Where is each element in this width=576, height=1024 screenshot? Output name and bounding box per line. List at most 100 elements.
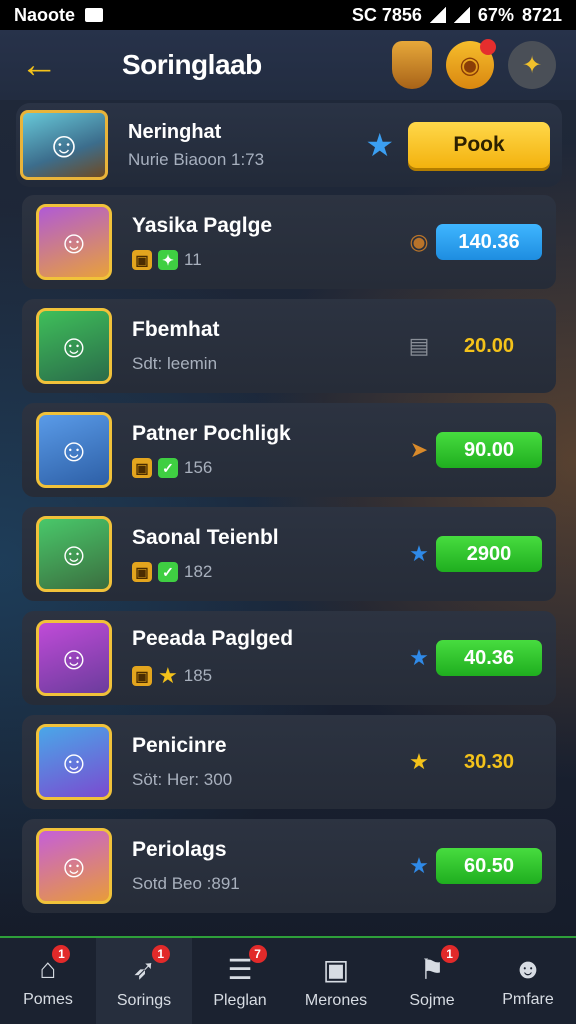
value-pill[interactable]: 60.50 — [436, 848, 542, 884]
item-meta: Sotd Beo :891 — [132, 874, 406, 894]
gold-badge-icon: ▣ — [132, 458, 152, 478]
nav-item-sojme[interactable]: ⚑ 1 Sojme — [384, 938, 480, 1024]
notification-icon — [85, 8, 104, 22]
star-icon: ★ — [409, 853, 429, 878]
item-meta: ▣ ★ 185 — [132, 663, 406, 689]
character-thumbnail: ☺ — [36, 308, 112, 384]
bottom-nav: ⌂ 1 Pomes ➶ 1 Sorings ☰ 7 Pleglan ▣ Merones ⚑ 1 Sojme… — [0, 936, 576, 1024]
arrow-icon: ➤ — [409, 437, 429, 462]
user-card: ☺ Neringhat Nurie Biaoon 1:73 ★ Pook — [16, 103, 562, 187]
list-item[interactable]: ☺ Patner Pochligk ▣ ✓ 156 ➤ 90.00 — [22, 403, 556, 497]
value-pill[interactable]: 20.00 — [436, 328, 542, 364]
gold-badge-icon: ▣ — [132, 562, 152, 582]
signal-icon — [453, 7, 470, 23]
notification-badge: 1 — [440, 944, 459, 963]
gear-icon[interactable]: ✦ — [508, 41, 556, 89]
character-thumbnail: ☺ — [36, 620, 112, 696]
nav-label: Pmfare — [502, 991, 554, 1008]
rocket-icon: ➶ 1 — [132, 944, 170, 986]
item-meta-text: Söt: Her: 300 — [132, 770, 233, 789]
document-icon: ☰ 7 — [227, 944, 267, 986]
nav-label: Merones — [304, 991, 368, 1009]
list-item[interactable]: ☺ Peeada Paglged ▣ ★ 185 ★ 40.36 — [22, 611, 556, 705]
item-name: Penicinre — [132, 734, 227, 757]
value-pill[interactable]: 30.30 — [436, 744, 542, 780]
star-icon: ★ — [409, 645, 429, 670]
tag-icon: ⚑ 1 — [419, 944, 459, 986]
item-meta: ▣ ✓ 182 — [132, 562, 406, 582]
page-title: Soringlaab — [122, 49, 262, 80]
value-pill[interactable]: 2900 — [436, 536, 542, 572]
check-badge-icon: ✓ — [158, 458, 178, 478]
list-item[interactable]: ☺ Periolags Sotd Beo :891 ★ 60.50 — [22, 819, 556, 913]
nav-label: Pleglan — [213, 991, 267, 1009]
item-name: Yasika Paglge — [132, 214, 273, 237]
item-meta-text: 182 — [184, 562, 213, 581]
item-meta-text: Sdt: leemin — [132, 354, 218, 373]
carrier-label: Naoote — [14, 4, 76, 25]
home-icon: ⌂ 1 — [40, 945, 71, 985]
user-subtitle: Nurie Biaoon 1:73 — [128, 149, 265, 169]
item-meta: Söt: Her: 300 — [132, 770, 406, 790]
list-item[interactable]: ☺ Penicinre Söt: Her: 300 ★ 30.30 — [22, 715, 556, 809]
nav-label: Sojme — [409, 991, 455, 1009]
value-pill[interactable]: 90.00 — [436, 432, 542, 468]
item-name: Saonal Teienbl — [132, 526, 279, 549]
green-badge-icon: ✦ — [158, 250, 178, 270]
nav-item-merones[interactable]: ▣ Merones — [288, 938, 384, 1024]
value-pill[interactable]: 40.36 — [436, 640, 542, 676]
item-name: Patner Pochligk — [132, 422, 291, 445]
chat-icon[interactable]: ◉ — [446, 39, 496, 89]
notification-badge: 7 — [248, 944, 267, 963]
value-pill[interactable]: 140.36 — [436, 224, 542, 260]
star-badge-icon: ★ — [158, 663, 178, 688]
battery-label: 67% — [477, 4, 514, 25]
box-icon: ▤ — [408, 333, 430, 358]
nav-item-pmfare[interactable]: ☻ Pmfare — [480, 938, 576, 1024]
back-arrow-icon[interactable]: ← — [20, 46, 80, 84]
person-icon: ☻ — [513, 953, 543, 984]
wifi-icon — [429, 7, 446, 23]
gold-badge-icon: ▣ — [132, 250, 152, 270]
item-name: Fbemhat — [132, 318, 220, 341]
item-name: Peeada Paglged — [132, 627, 294, 650]
list-item[interactable]: ☺ Fbemhat Sdt: leemin ▤ 20.00 — [22, 299, 556, 393]
list-item[interactable]: ☺ Yasika Paglge ▣ ✦ 11 ◉ 140.36 — [22, 195, 556, 289]
item-meta-text: 185 — [183, 666, 213, 685]
character-thumbnail: ☺ — [36, 412, 112, 488]
avatar: ☺ — [20, 110, 108, 180]
nav-item-pleglan[interactable]: ☰ 7 Pleglan — [192, 938, 288, 1024]
status-text: SC 7856 — [351, 4, 422, 25]
item-meta: ▣ ✓ 156 — [132, 458, 406, 478]
item-meta: Sdt: leemin — [132, 354, 406, 374]
notification-badge: 1 — [151, 944, 170, 963]
time-label: 8721 — [521, 4, 562, 25]
status-bar: Naoote SC 7856 67% 8721 — [0, 0, 576, 30]
coin-icon: ◉ — [409, 229, 429, 254]
app-header: ← Soringlaab ◉ ✦ — [0, 30, 576, 100]
item-meta: ▣ ✦ 11 — [132, 250, 406, 270]
character-thumbnail: ☺ — [36, 204, 112, 280]
nav-label: Sorings — [116, 991, 172, 1009]
notification-badge: 1 — [52, 945, 71, 963]
check-badge-icon: ✓ — [158, 562, 178, 582]
nav-label: Pomes — [23, 991, 73, 1008]
camera-icon: ▣ — [322, 953, 350, 985]
ranking-list: ☺ Yasika Paglge ▣ ✦ 11 ◉ 140.36 ☺ Fbemhat Sdt: le… — [18, 193, 560, 933]
shield-icon[interactable] — [392, 41, 432, 89]
item-meta-text: 11 — [184, 250, 202, 269]
nav-item-pomes[interactable]: ⌂ 1 Pomes — [0, 938, 96, 1024]
star-icon: ★ — [409, 749, 429, 774]
user-name: Neringhat — [128, 120, 222, 143]
character-thumbnail: ☺ — [36, 828, 112, 904]
notification-dot — [480, 39, 496, 55]
star-icon: ★ — [409, 541, 429, 566]
item-name: Periolags — [132, 838, 227, 861]
star-icon: ★ — [365, 127, 394, 163]
nav-item-sorings[interactable]: ➶ 1 Sorings — [96, 938, 192, 1024]
character-thumbnail: ☺ — [36, 516, 112, 592]
item-meta-text: Sotd Beo :891 — [132, 874, 240, 893]
list-item[interactable]: ☺ Saonal Teienbl ▣ ✓ 182 ★ 2900 — [22, 507, 556, 601]
gold-badge-icon: ▣ — [132, 666, 152, 686]
pook-button[interactable]: Pook — [408, 122, 550, 168]
